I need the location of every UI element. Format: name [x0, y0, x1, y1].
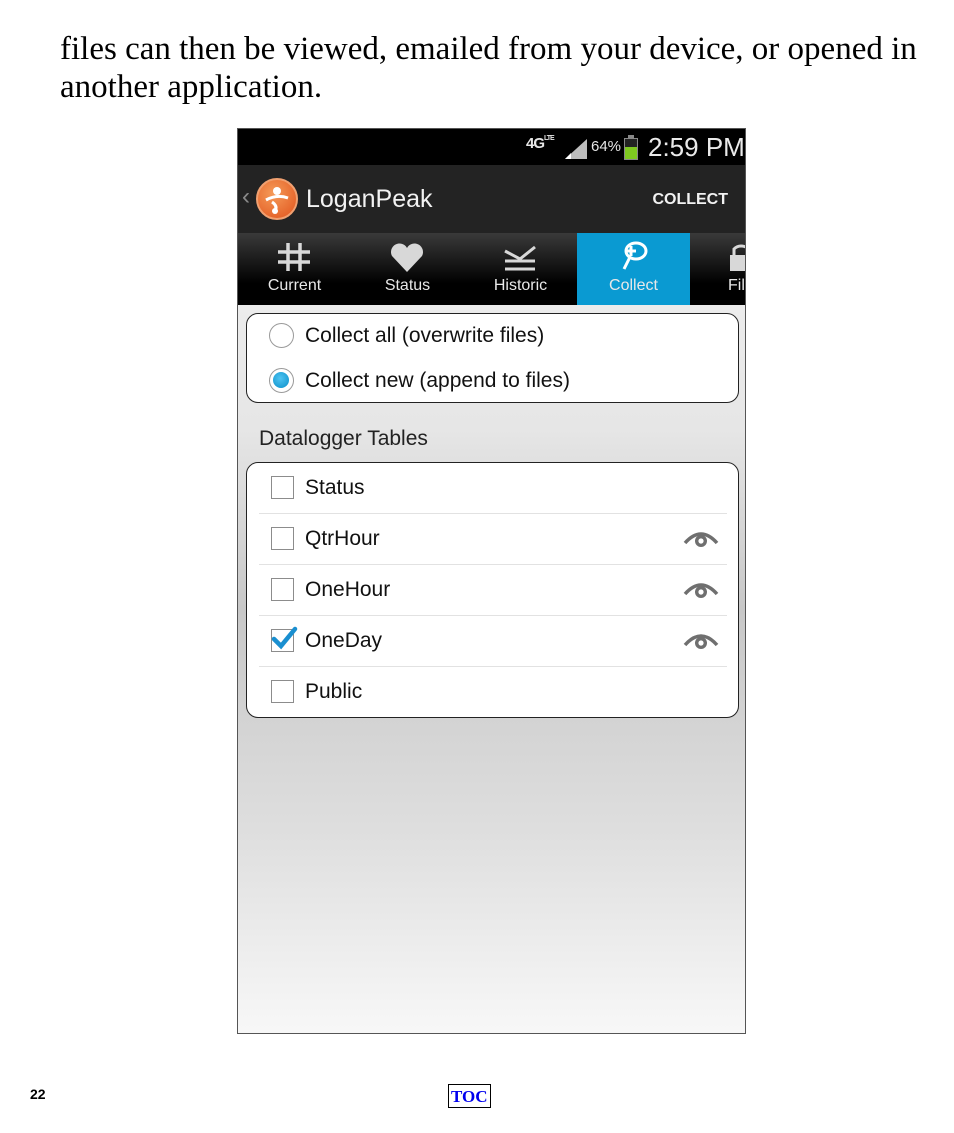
app-logo-icon[interactable]	[256, 178, 298, 220]
table-name: OneDay	[305, 629, 383, 652]
tab-collect[interactable]: Collect	[577, 233, 690, 305]
checkbox-checked[interactable]	[271, 626, 298, 652]
eye-icon[interactable]	[683, 578, 719, 602]
battery-icon	[624, 135, 638, 160]
list-item[interactable]: QtrHour	[259, 514, 727, 565]
app-screenshot: 4GLTE 64% 2:59 PM ‹ LoganPeak COLLECT Cu…	[237, 128, 746, 1034]
tab-files[interactable]: Fil	[690, 233, 745, 305]
tab-historic[interactable]: Historic	[464, 233, 577, 305]
checkbox[interactable]	[271, 578, 294, 601]
tab-current[interactable]: Current	[238, 233, 351, 305]
heart-icon	[391, 243, 423, 272]
tab-bar: Current Status Historic Collect Fil	[238, 233, 745, 305]
radio-label: Collect all (overwrite files)	[305, 324, 545, 347]
radio-option-collect-all[interactable]: Collect all (overwrite files)	[247, 314, 738, 358]
list-item[interactable]: Status	[259, 463, 727, 514]
files-icon	[730, 244, 745, 271]
eye-icon[interactable]	[683, 629, 719, 653]
radio-button-selected[interactable]	[269, 368, 294, 393]
action-bar: ‹ LoganPeak COLLECT	[238, 165, 745, 233]
table-name: OneHour	[305, 578, 391, 601]
document-paragraph: files can then be viewed, emailed from y…	[60, 30, 940, 106]
tab-status[interactable]: Status	[351, 233, 464, 305]
signal-icon	[565, 139, 587, 159]
status-bar: 4GLTE 64% 2:59 PM	[238, 129, 745, 165]
table-name: QtrHour	[305, 527, 380, 550]
paragraph-line: another application.	[60, 69, 323, 105]
back-chevron-icon[interactable]: ‹	[242, 183, 250, 211]
toc-link[interactable]: TOC	[448, 1084, 491, 1108]
list-item[interactable]: Public	[259, 667, 727, 718]
eye-icon[interactable]	[683, 527, 719, 551]
tab-label: Historic	[493, 277, 548, 294]
list-item[interactable]: OneDay	[259, 616, 727, 667]
list-item[interactable]: OneHour	[259, 565, 727, 616]
collect-button[interactable]: COLLECT	[652, 191, 728, 209]
network-indicator: 4GLTE	[526, 135, 555, 152]
collect-net-icon	[622, 241, 648, 270]
collect-mode-group: Collect all (overwrite files) Collect ne…	[246, 313, 739, 403]
tab-label: Status	[384, 277, 431, 294]
datalogger-tables-list: Status QtrHour OneHour OneDay Public	[246, 462, 739, 718]
checkbox[interactable]	[271, 476, 294, 499]
radio-button[interactable]	[269, 323, 294, 348]
table-name: Public	[305, 680, 363, 703]
tab-label: Fil	[728, 277, 745, 294]
historic-icon	[504, 245, 536, 271]
app-title: LoganPeak	[306, 185, 433, 213]
paragraph-line: files can then be viewed, emailed from y…	[60, 31, 917, 67]
checkmark-icon	[271, 626, 298, 650]
clock: 2:59 PM	[648, 132, 745, 162]
tab-label: Collect	[609, 277, 658, 294]
radio-option-collect-new[interactable]: Collect new (append to files)	[247, 359, 738, 403]
hash-icon	[278, 243, 310, 271]
checkbox[interactable]	[271, 527, 294, 550]
battery-percent: 64%	[591, 138, 622, 155]
checkbox[interactable]	[271, 680, 294, 703]
radio-label: Collect new (append to files)	[305, 369, 570, 392]
page-number: 22	[30, 1086, 46, 1102]
tab-label: Current	[267, 277, 322, 294]
section-heading: Datalogger Tables	[259, 427, 428, 450]
table-name: Status	[305, 476, 365, 499]
